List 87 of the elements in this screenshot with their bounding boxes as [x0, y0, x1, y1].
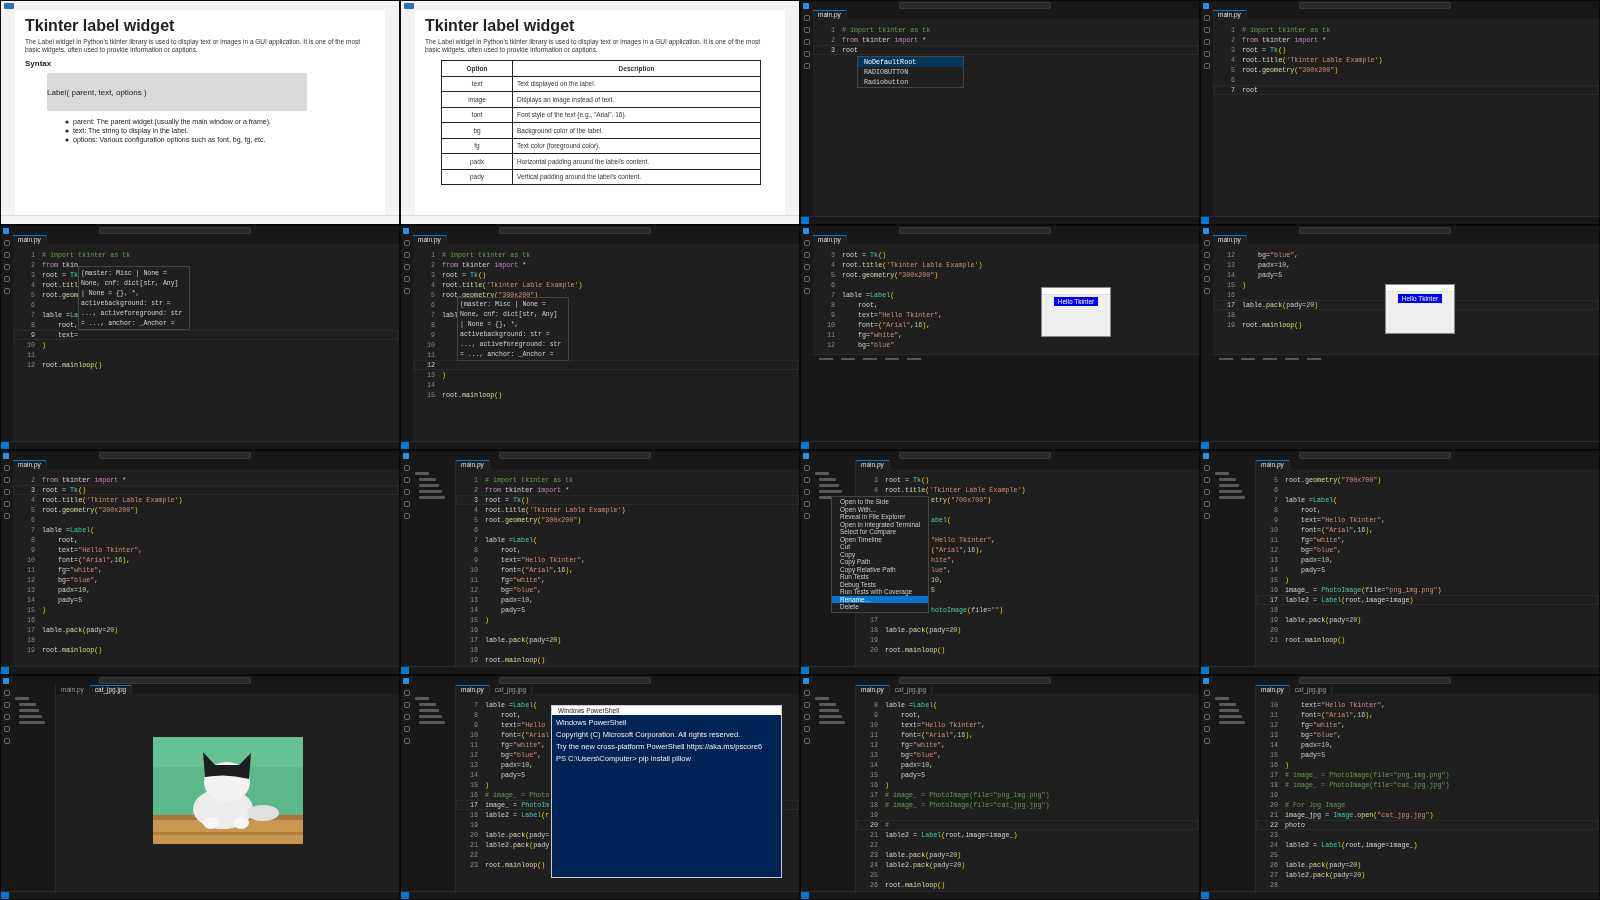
explorer-entry[interactable] [419, 721, 445, 724]
explorer-entry[interactable] [819, 490, 842, 493]
remote-indicator[interactable] [401, 442, 409, 449]
explorer-entry[interactable] [819, 703, 836, 706]
explorer-entry[interactable] [1219, 721, 1245, 724]
app-icon [403, 677, 409, 684]
app-icon [1203, 2, 1209, 9]
remote-indicator[interactable] [801, 442, 809, 449]
remote-indicator[interactable] [1201, 217, 1209, 224]
search-field[interactable] [99, 227, 251, 234]
search-field[interactable] [499, 227, 651, 234]
search-field[interactable] [899, 452, 1051, 459]
app-icon [3, 452, 9, 459]
section-heading: Syntax [25, 59, 53, 68]
app-icon [803, 227, 809, 234]
explorer-entry[interactable] [819, 484, 839, 487]
explorer-entry[interactable] [1219, 490, 1242, 493]
remote-indicator[interactable] [801, 217, 809, 224]
app-icon [1203, 227, 1209, 234]
syntax-box: Label( parent, text, options ) [47, 73, 307, 111]
search-field[interactable] [499, 452, 651, 459]
remote-indicator[interactable] [1, 892, 9, 899]
explorer-entry[interactable] [415, 472, 429, 475]
explorer-entry[interactable] [1219, 496, 1245, 499]
app-icon [403, 227, 409, 234]
search-field[interactable] [1299, 452, 1451, 459]
window-title-bar [1042, 288, 1110, 295]
search-field[interactable] [99, 677, 251, 684]
search-field[interactable] [1299, 677, 1451, 684]
explorer-entry[interactable] [419, 490, 442, 493]
app-icon [404, 2, 414, 9]
search-field[interactable] [899, 2, 1051, 9]
explorer-entry[interactable] [819, 478, 836, 481]
explorer-entry[interactable] [1219, 484, 1239, 487]
search-field[interactable] [899, 677, 1051, 684]
remote-indicator[interactable] [401, 892, 409, 899]
remote-indicator[interactable] [1201, 892, 1209, 899]
window-title-bar [1386, 285, 1454, 292]
explorer-entry[interactable] [19, 715, 42, 718]
explorer-entry[interactable] [1219, 703, 1236, 706]
explorer-entry[interactable] [819, 715, 842, 718]
explorer-entry[interactable] [15, 697, 29, 700]
search-field[interactable] [1299, 2, 1451, 9]
explorer-entry[interactable] [419, 496, 445, 499]
document-title: Tkinter label widget [425, 16, 576, 35]
explorer-entry[interactable] [419, 478, 436, 481]
app-icon [3, 227, 9, 234]
explorer-entry[interactable] [1219, 478, 1236, 481]
bullet-icon [65, 119, 69, 124]
explorer-entry[interactable] [1219, 709, 1239, 712]
remote-indicator[interactable] [1201, 667, 1209, 674]
search-field[interactable] [499, 677, 651, 684]
search-field[interactable] [99, 452, 251, 459]
explorer-entry[interactable] [819, 709, 839, 712]
explorer-entry[interactable] [19, 703, 36, 706]
remote-indicator[interactable] [1, 442, 9, 449]
explorer-entry[interactable] [815, 472, 829, 475]
explorer-entry[interactable] [815, 697, 829, 700]
search-field[interactable] [899, 227, 1051, 234]
explorer-entry[interactable] [19, 709, 39, 712]
app-icon [403, 452, 409, 459]
remote-indicator[interactable] [801, 667, 809, 674]
remote-indicator[interactable] [801, 892, 809, 899]
app-icon [4, 2, 14, 9]
app-icon [3, 677, 9, 684]
explorer-entry[interactable] [419, 703, 436, 706]
remote-indicator[interactable] [1, 667, 9, 674]
explorer-entry[interactable] [415, 697, 429, 700]
search-field[interactable] [1299, 227, 1451, 234]
explorer-entry[interactable] [419, 484, 439, 487]
app-icon [1203, 677, 1209, 684]
explorer-entry[interactable] [1219, 715, 1242, 718]
explorer-entry[interactable] [1215, 472, 1229, 475]
explorer-entry[interactable] [419, 715, 442, 718]
explorer-entry[interactable] [19, 721, 45, 724]
app-icon [803, 2, 809, 9]
remote-indicator[interactable] [401, 667, 409, 674]
explorer-entry[interactable] [819, 721, 845, 724]
bullet-icon [65, 128, 69, 133]
app-icon [1203, 452, 1209, 459]
explorer-entry[interactable] [419, 709, 439, 712]
explorer-entry[interactable] [1215, 697, 1229, 700]
bullet-icon [65, 137, 69, 142]
app-icon [803, 452, 809, 459]
document-title: Tkinter label widget [25, 16, 176, 35]
app-icon [803, 677, 809, 684]
remote-indicator[interactable] [1201, 442, 1209, 449]
